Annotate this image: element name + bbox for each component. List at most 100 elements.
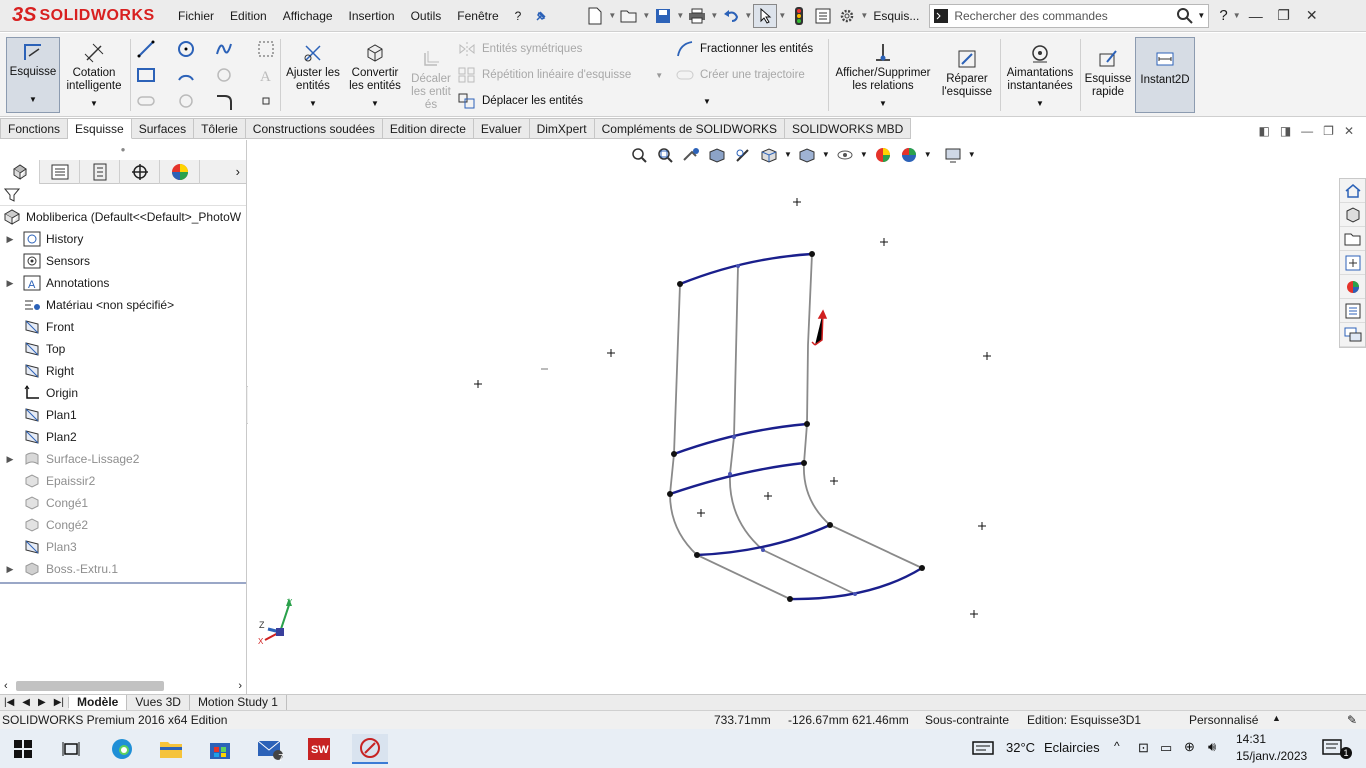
menu-fichier[interactable]: Fichier (170, 0, 222, 32)
sketch-region-icon[interactable] (256, 39, 276, 59)
display-style-icon[interactable] (796, 144, 818, 166)
relations-button[interactable]: Afficher/Supprimer les relations ▼ (832, 41, 934, 110)
tree-item[interactable]: Top (0, 338, 246, 360)
network-icon[interactable]: ⊕ (1184, 739, 1195, 755)
custom-properties-icon[interactable] (1340, 299, 1365, 323)
task-view-icon[interactable] (56, 734, 86, 764)
repetition-lineaire-button[interactable]: Répétition linéaire d'esquisse ▼ (458, 64, 663, 86)
next-tab-icon[interactable]: ▶ (34, 697, 50, 708)
feature-manager-tab[interactable] (0, 160, 40, 184)
tree-item[interactable]: Sensors (0, 250, 246, 272)
chevron-down-icon[interactable]: ▼ (860, 144, 868, 166)
tab-dimxpert[interactable]: DimXpert (529, 118, 595, 139)
solidworks-taskbar-icon[interactable]: SW (304, 734, 334, 764)
previous-view-icon[interactable] (680, 144, 702, 166)
print-icon[interactable] (685, 4, 709, 28)
spline-icon[interactable] (214, 39, 234, 59)
tab-constructions-soudees[interactable]: Constructions soudées (245, 118, 383, 139)
polygon-icon[interactable] (176, 91, 196, 111)
windows-start-icon[interactable] (8, 734, 38, 764)
design-library-icon[interactable] (1340, 203, 1365, 227)
menu-fenetre[interactable]: Fenêtre (449, 0, 506, 32)
tab-tolerie[interactable]: Tôlerie (194, 118, 246, 139)
esquisse-rapide-button[interactable]: Esquisse rapide (1082, 47, 1134, 99)
solidworks-logo[interactable]: 3S SOLIDWORKS (0, 0, 170, 32)
help-button[interactable]: ? (1215, 0, 1231, 32)
volume-icon[interactable]: 🔊︎ (1208, 739, 1216, 755)
tile-left-icon[interactable]: ◧ (1258, 124, 1269, 138)
tree-item[interactable]: Epaissir2 (0, 470, 246, 492)
chevron-down-icon[interactable]: ▼ (777, 11, 787, 20)
graphics-area[interactable]: Y Z X (248, 140, 1338, 694)
tree-item[interactable]: Plan1 (0, 404, 246, 426)
convertir-button[interactable]: Convertir les entités ▼ (346, 41, 404, 110)
entites-symetriques-button[interactable]: Entités symétriques (458, 38, 582, 60)
tab-evaluer[interactable]: Evaluer (473, 118, 530, 139)
tree-item[interactable]: Matériau <non spécifié> (0, 294, 246, 316)
tree-item[interactable]: ▶ A Annotations (0, 272, 246, 294)
chevron-down-icon[interactable]: ▼ (784, 144, 792, 166)
tree-item[interactable]: Congé1 (0, 492, 246, 514)
dynamic-annotation-icon[interactable] (732, 144, 754, 166)
expand-arrow-icon[interactable]: ▶ (4, 234, 16, 245)
weather-icon[interactable] (972, 740, 994, 759)
pin-icon[interactable] (529, 4, 553, 28)
last-tab-icon[interactable]: ▶| (50, 697, 69, 708)
menu-outils[interactable]: Outils (403, 0, 450, 32)
tab-fonctions[interactable]: Fonctions (0, 118, 69, 139)
aimantations-button[interactable]: Aimantations instantanées ▼ (1004, 41, 1076, 110)
chevron-down-icon[interactable]: ▼ (90, 97, 98, 110)
chevron-down-icon[interactable]: ▼ (879, 97, 887, 110)
dimxpert-manager-tab[interactable] (120, 160, 160, 184)
chevron-up-icon[interactable]: ^ (1114, 739, 1120, 753)
chevron-down-icon[interactable]: ▼ (1232, 11, 1242, 20)
fillet-sketch-icon[interactable] (214, 91, 234, 111)
doc-close-icon[interactable]: ✕ (1344, 124, 1354, 138)
tab-motion-study[interactable]: Motion Study 1 (190, 694, 287, 711)
minimize-icon[interactable]: — (1242, 0, 1270, 32)
chevron-down-icon[interactable]: ▼ (675, 11, 685, 20)
view-orientation-icon[interactable] (758, 144, 780, 166)
open-folder-icon[interactable] (617, 4, 641, 28)
chevron-down-icon[interactable]: ▼ (1194, 11, 1208, 20)
tree-item[interactable]: Right (0, 360, 246, 382)
units-selector[interactable]: Personnalisé (1189, 713, 1258, 727)
slot-icon[interactable] (136, 91, 156, 111)
tab-edition-directe[interactable]: Edition directe (382, 118, 474, 139)
tree-item[interactable]: Origin (0, 382, 246, 404)
panel-grip[interactable]: ● (0, 140, 246, 160)
tab-modele[interactable]: Modèle (69, 694, 128, 711)
point-icon[interactable] (256, 91, 276, 111)
command-search-input[interactable]: Rechercher des commandes ▼ (929, 3, 1210, 28)
comment-icon[interactable]: ✎ (1347, 713, 1357, 727)
weather-text[interactable]: Eclaircies (1044, 740, 1100, 755)
display-icon[interactable]: ▭ (1160, 740, 1172, 756)
appearances-icon[interactable] (1340, 275, 1365, 299)
edit-appearance-icon[interactable] (872, 144, 894, 166)
first-tab-icon[interactable]: |◀ (0, 697, 18, 708)
tab-mbd[interactable]: SOLIDWORKS MBD (785, 118, 912, 139)
gear-icon[interactable] (835, 4, 859, 28)
close-icon[interactable]: ✕ (1298, 0, 1326, 32)
ajuster-button[interactable]: Ajuster les entités ▼ (284, 41, 342, 110)
save-icon[interactable] (651, 4, 675, 28)
chevron-down-icon[interactable]: ▼ (29, 93, 37, 106)
scroll-left-icon[interactable]: ‹ (4, 680, 8, 692)
instant2d-button[interactable]: Instant2D (1135, 37, 1195, 113)
tab-complements[interactable]: Compléments de SOLIDWORKS (594, 118, 785, 139)
rollback-bar[interactable] (0, 582, 246, 584)
view-palette-icon[interactable] (1340, 251, 1365, 275)
chevron-down-icon[interactable]: ▼ (1036, 97, 1044, 110)
view-settings-icon[interactable] (942, 144, 964, 166)
doc-minimize-icon[interactable]: — (1301, 124, 1313, 138)
tab-vues-3d[interactable]: Vues 3D (127, 694, 190, 711)
onedrive-icon[interactable]: ⊡ (1138, 740, 1149, 756)
chevron-down-icon[interactable]: ▼ (655, 71, 663, 80)
tree-root[interactable]: Mobliberica (Default<<Default>_PhotoW (0, 206, 246, 228)
file-explorer-icon[interactable] (1340, 227, 1365, 251)
prev-tab-icon[interactable]: ◀ (18, 697, 34, 708)
expand-arrow-icon[interactable]: ▶ (4, 278, 16, 289)
zoom-to-area-icon[interactable] (654, 144, 676, 166)
display-manager-tab[interactable] (160, 160, 200, 184)
tile-right-icon[interactable]: ◨ (1280, 124, 1291, 138)
